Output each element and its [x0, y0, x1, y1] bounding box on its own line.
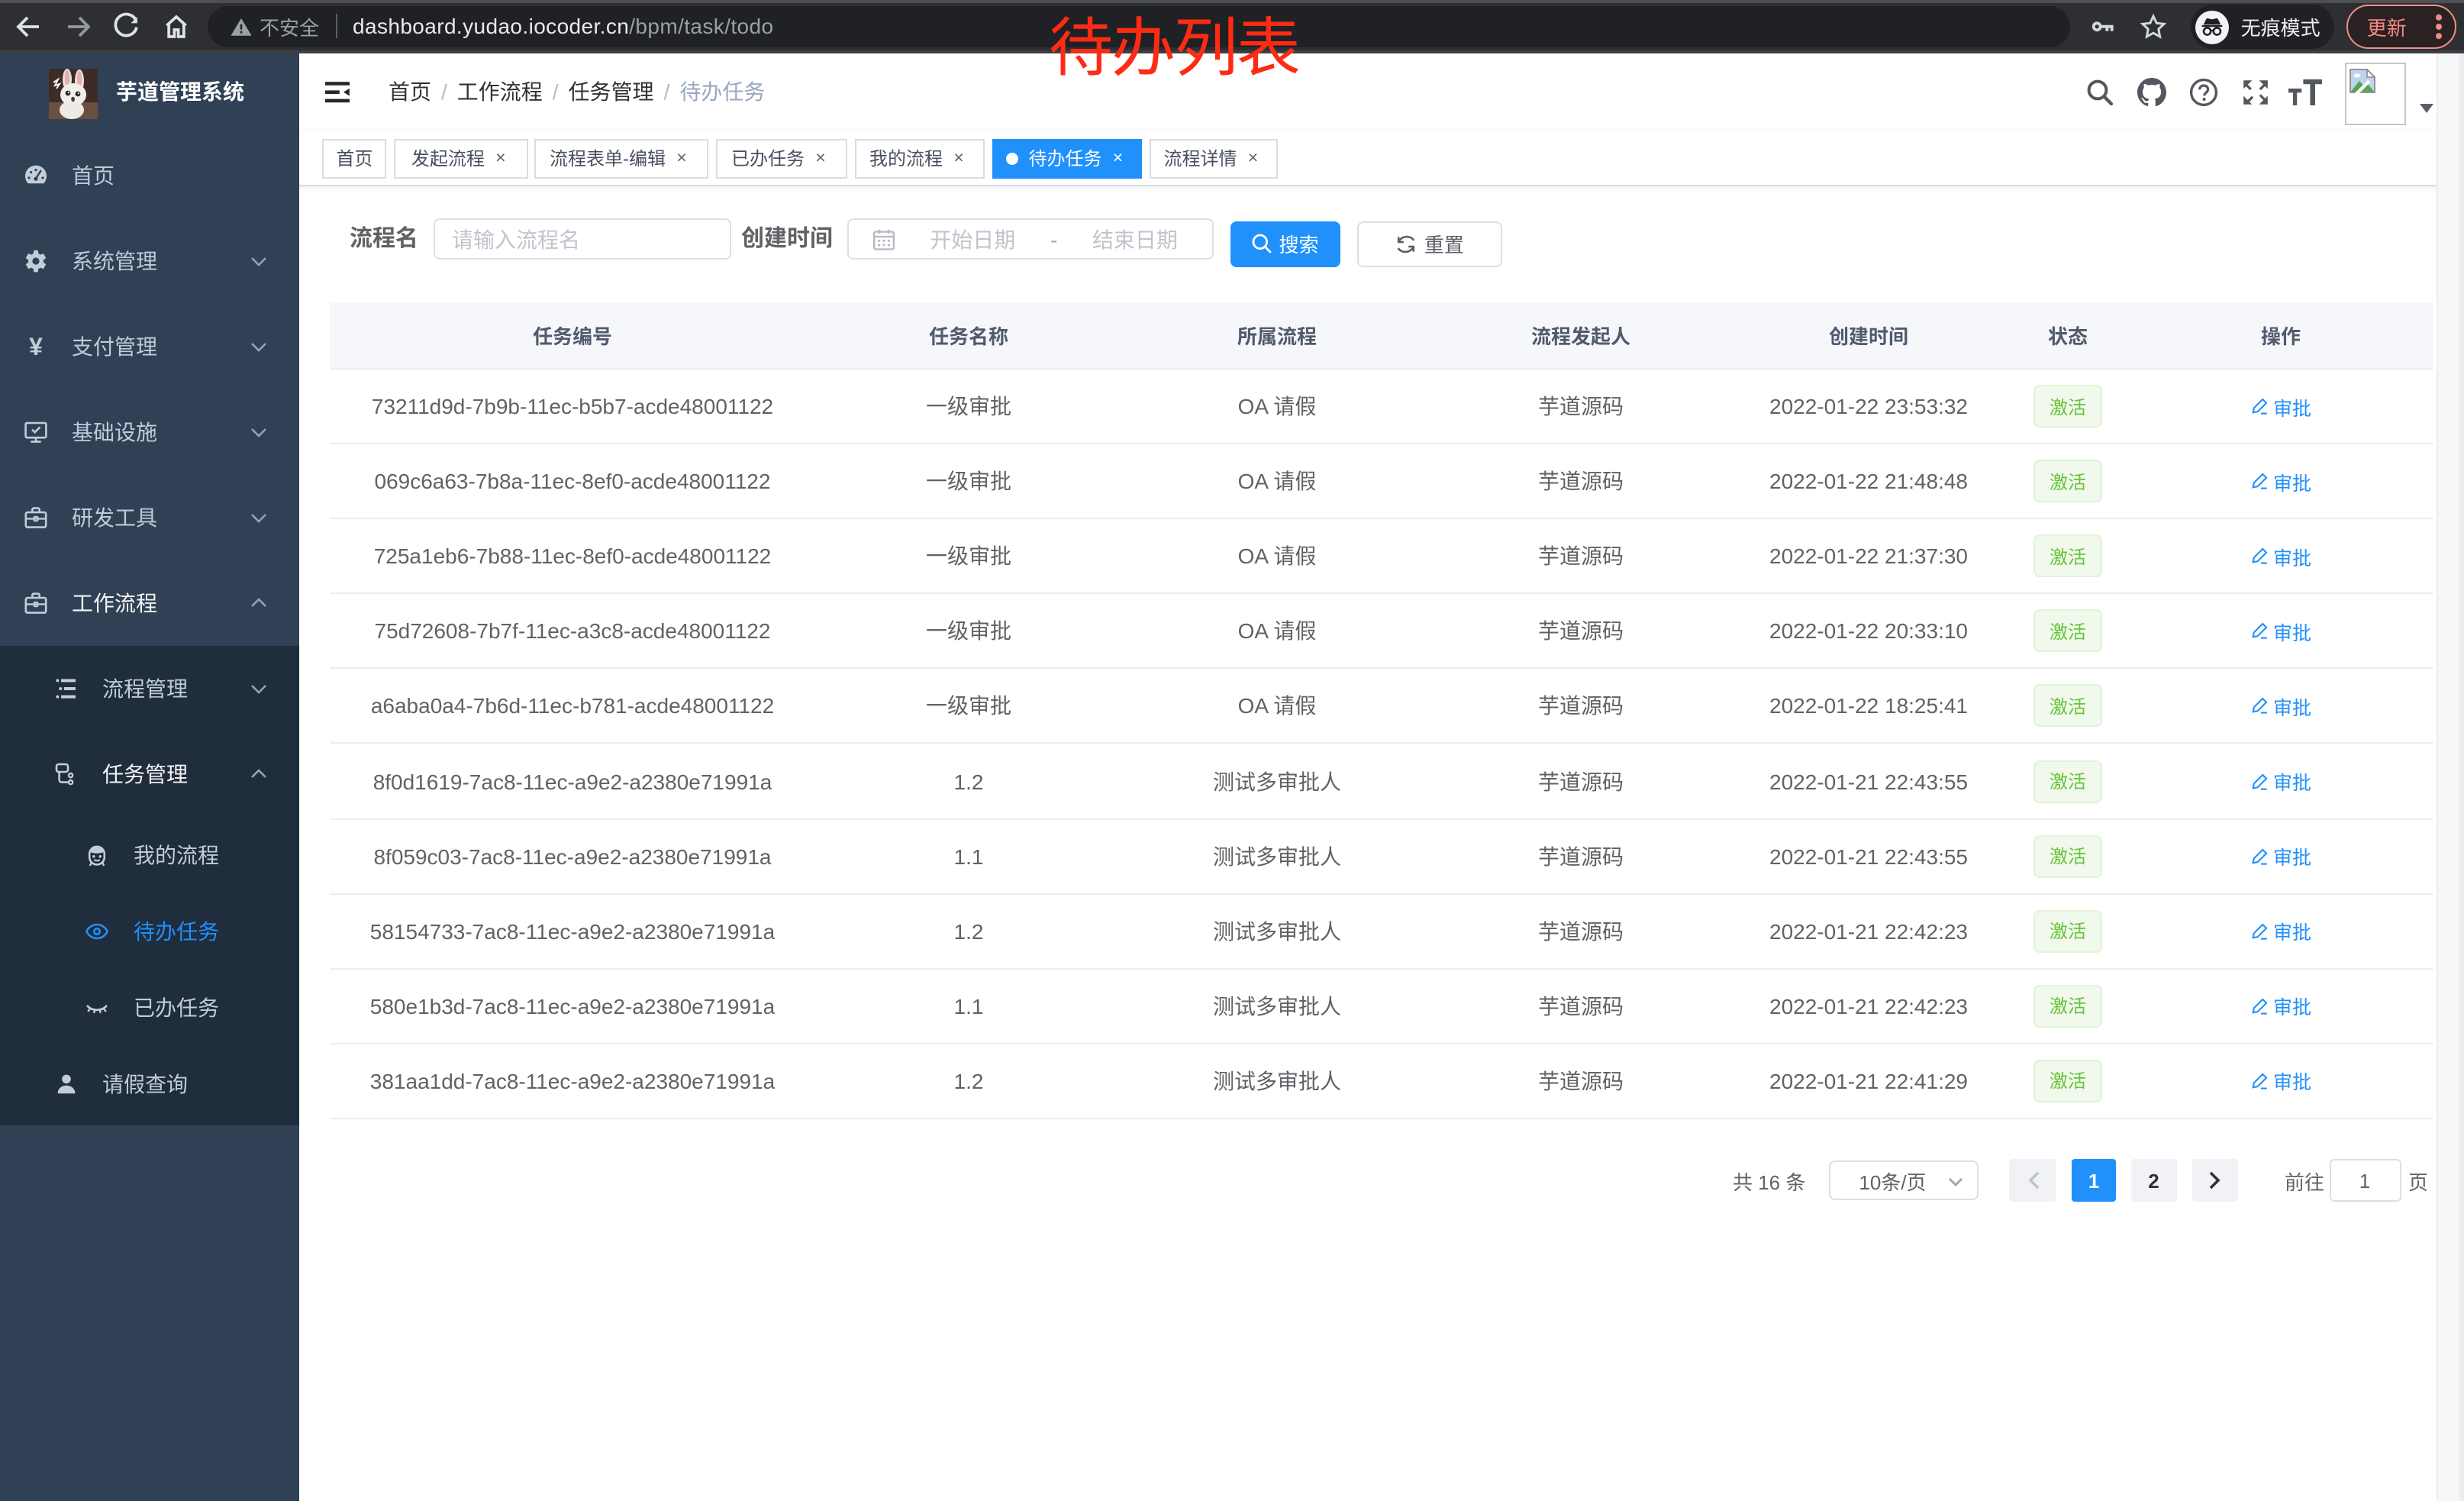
svg-text:¥: ¥: [29, 335, 43, 358]
